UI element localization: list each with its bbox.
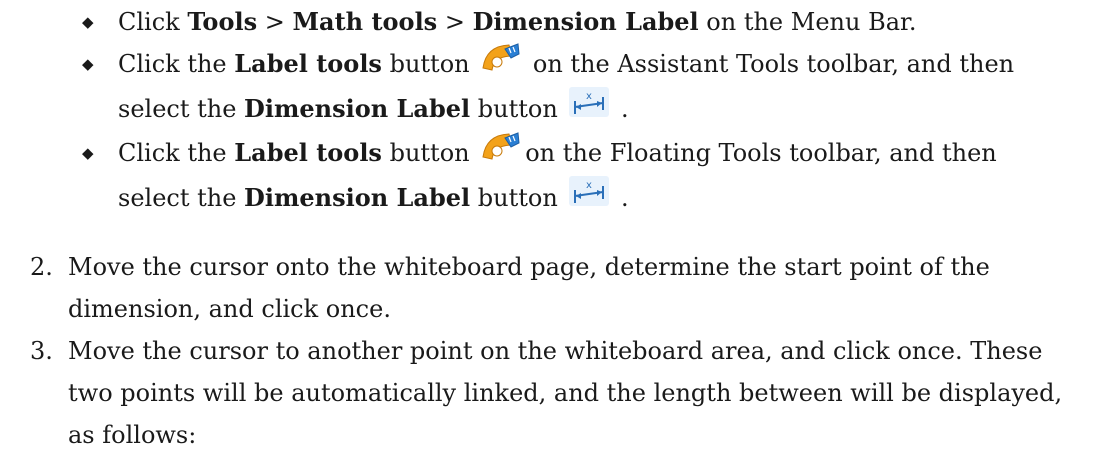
document-page: ◆ Click Tools > Math tools > Dimension L…: [0, 0, 1096, 449]
dimension-label-button-name: Dimension Label: [244, 183, 471, 212]
option-text: >: [257, 8, 293, 36]
option-text: button: [470, 184, 566, 212]
option-text: button: [470, 95, 566, 123]
diamond-bullet-icon: ◆: [82, 144, 94, 162]
label-tools-icon: [481, 130, 521, 175]
option-floating-toolbar: ◆ Click the Label tools button on the Fl…: [82, 132, 1072, 221]
option-menu-bar: ◆ Click Tools > Math tools > Dimension L…: [82, 1, 1072, 43]
procedure-steps: 2. Move the cursor onto the whiteboard p…: [0, 246, 1096, 456]
svg-text:x: x: [586, 180, 592, 191]
step-2: 2. Move the cursor onto the whiteboard p…: [0, 246, 1096, 330]
menu-math-tools-label: Math tools: [292, 7, 438, 36]
option-text: Click the: [118, 139, 235, 167]
step-3: 3. Move the cursor to another point on t…: [0, 330, 1096, 456]
option-text: .: [613, 184, 629, 212]
option-text: on the Menu Bar.: [698, 8, 917, 36]
menu-access-options: ◆ Click Tools > Math tools > Dimension L…: [82, 1, 1072, 221]
menu-dimension-label: Dimension Label: [472, 7, 699, 36]
step-number: 3.: [30, 337, 53, 365]
dimension-label-icon: x: [569, 87, 610, 130]
menu-tools-label: Tools: [187, 7, 258, 36]
option-text: >: [437, 8, 473, 36]
diamond-bullet-icon: ◆: [82, 55, 94, 73]
option-text: button: [381, 50, 478, 78]
dimension-label-icon: x: [569, 176, 610, 219]
label-tools-icon: [481, 41, 521, 86]
svg-text:x: x: [586, 91, 592, 102]
option-text: Click the: [118, 50, 235, 78]
option-text: .: [613, 95, 629, 123]
option-text: Click: [118, 8, 188, 36]
dimension-label-button-name: Dimension Label: [244, 94, 471, 123]
option-assistant-toolbar: ◆ Click the Label tools button on the As…: [82, 43, 1072, 132]
step-number: 2.: [30, 253, 53, 281]
step-text: Move the cursor onto the whiteboard page…: [68, 253, 990, 323]
diamond-bullet-icon: ◆: [82, 13, 94, 31]
step-text: Move the cursor to another point on the …: [68, 337, 1063, 449]
option-text: button: [381, 139, 478, 167]
label-tools-button-name: Label tools: [234, 49, 382, 78]
label-tools-button-name: Label tools: [234, 138, 382, 167]
